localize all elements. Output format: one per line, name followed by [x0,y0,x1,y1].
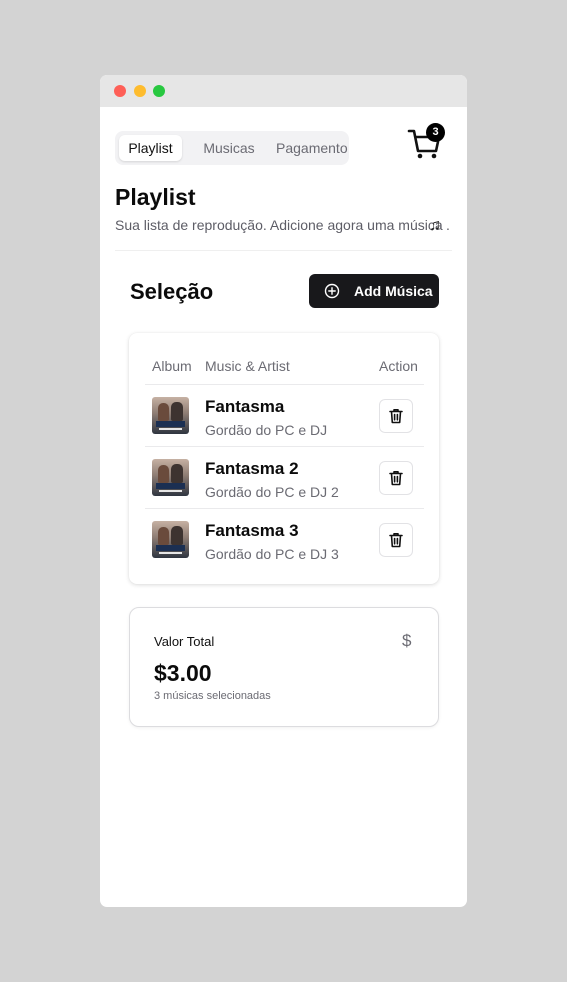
close-window-button[interactable] [114,85,126,97]
table-row: Fantasma 2 Gordão do PC e DJ 2 [145,446,424,509]
remove-song-button[interactable] [379,461,413,495]
subtitle-period: . [446,217,450,233]
total-label: Valor Total [154,634,215,649]
dollar-icon: $ [402,631,412,650]
minimize-window-button[interactable] [134,85,146,97]
selected-count-note: 3 músicas selecionadas [154,690,271,702]
song-title: Fantasma 3 [205,521,299,540]
song-title: Fantasma 2 [205,459,299,478]
album-cover-image [152,397,189,434]
add-music-label: Add Música [354,283,433,299]
tab-musicas[interactable]: Musicas [197,135,261,161]
total-card: Valor Total $ $3.00 3 músicas selecionad… [129,607,439,727]
add-music-button[interactable]: Add Música [309,274,439,308]
trash-icon [389,533,403,548]
app-window: Playlist Musicas Pagamento 3 Playlist Su… [100,75,467,907]
album-cover-image [152,521,189,558]
tab-pagamento[interactable]: Pagamento [276,135,348,161]
tab-bar: Playlist Musicas Pagamento [115,131,349,165]
trash-icon [389,471,403,486]
plus-circle-icon [324,283,340,299]
song-artist: Gordão do PC e DJ 3 [205,546,339,562]
window-titlebar [100,75,467,107]
total-value: $3.00 [154,660,212,686]
cart-button[interactable]: 3 [406,123,445,162]
remove-song-button[interactable] [379,523,413,557]
song-title: Fantasma [205,397,285,416]
song-artist: Gordão do PC e DJ [205,422,328,438]
tab-playlist[interactable]: Playlist [119,135,182,161]
page-title: Playlist [115,184,196,210]
header-divider [115,250,452,251]
maximize-window-button[interactable] [153,85,165,97]
section-title: Seleção [130,279,214,304]
music-note-icon: ♫ [429,217,441,234]
page-subtitle: Sua lista de reprodução. Adicione agora … [115,217,443,233]
column-header-music-artist: Music & Artist [205,358,290,374]
table-row: Fantasma Gordão do PC e DJ [145,384,424,447]
column-header-action: Action [379,358,418,374]
trash-icon [389,409,403,424]
album-cover-image [152,459,189,496]
selection-table: Album Music & Artist Action Fantasma Gor… [129,333,439,584]
column-header-album: Album [152,358,192,374]
remove-song-button[interactable] [379,399,413,433]
cart-count-badge: 3 [426,123,445,142]
table-row: Fantasma 3 Gordão do PC e DJ 3 [145,508,424,571]
song-artist: Gordão do PC e DJ 2 [205,484,339,500]
